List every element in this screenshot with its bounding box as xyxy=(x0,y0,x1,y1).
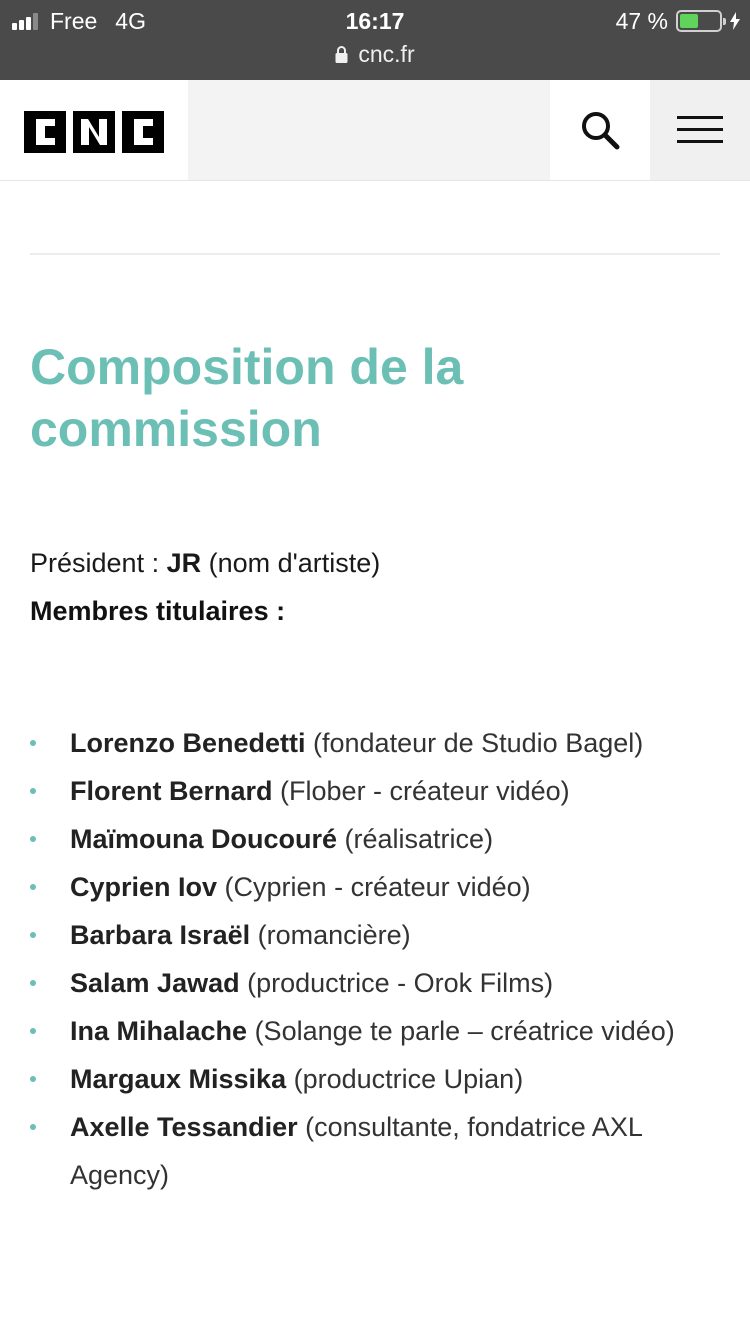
member-role: (réalisatrice) xyxy=(337,824,494,854)
charging-bolt-icon xyxy=(730,12,740,30)
member-role: (productrice - Orok Films) xyxy=(239,968,554,998)
bullet-icon xyxy=(30,1028,36,1034)
member-role: (Cyprien - créateur vidéo) xyxy=(217,872,531,902)
member-list: Lorenzo Benedetti (fondateur de Studio B… xyxy=(30,719,730,1199)
member-item: Cyprien Iov (Cyprien - créateur vidéo) xyxy=(30,863,730,911)
president-label: Président : xyxy=(30,548,167,578)
bullet-icon xyxy=(30,980,36,986)
bullet-icon xyxy=(30,1124,36,1130)
page-title: Composition de la commission xyxy=(30,339,464,457)
search-button[interactable] xyxy=(550,80,650,180)
president-name: JR xyxy=(166,548,202,578)
member-name: Margaux Missika xyxy=(70,1064,287,1094)
member-role: (Flober - créateur vidéo) xyxy=(272,776,570,806)
search-icon xyxy=(582,112,620,150)
bullet-icon xyxy=(30,788,36,794)
section-divider xyxy=(30,253,720,255)
bullet-icon xyxy=(30,740,36,746)
member-item: Salam Jawad (productrice - Orok Films) xyxy=(30,959,730,1007)
member-name: Barbara Israël xyxy=(70,920,251,950)
president-line: Président : JR (nom d'artiste) xyxy=(30,543,380,583)
address-bar[interactable]: cnc.fr xyxy=(0,38,750,70)
hamburger-menu-icon xyxy=(677,116,723,143)
site-header xyxy=(0,80,750,181)
url-text: cnc.fr xyxy=(358,40,415,67)
member-item: Maïmouna Doucouré (réalisatrice) xyxy=(30,815,730,863)
member-item: Lorenzo Benedetti (fondateur de Studio B… xyxy=(30,719,730,767)
member-name: Salam Jawad xyxy=(70,968,240,998)
status-bar: Free 4G 16:17 47 % cnc.fr xyxy=(0,0,750,80)
member-role: (fondateur de Studio Bagel) xyxy=(305,728,644,758)
lock-icon xyxy=(335,45,348,63)
bullet-icon xyxy=(30,836,36,842)
battery-level-fill xyxy=(680,14,698,28)
battery-icon xyxy=(676,10,726,32)
bullet-icon xyxy=(30,1076,36,1082)
member-role: (romancière) xyxy=(250,920,411,950)
president-note: (nom d'artiste) xyxy=(201,548,381,578)
bullet-icon xyxy=(30,932,36,938)
member-name: Maïmouna Doucouré xyxy=(70,824,338,854)
member-item: Ina Mihalache (Solange te parle – créatr… xyxy=(30,1007,730,1055)
member-name: Florent Bernard xyxy=(70,776,273,806)
member-name: Ina Mihalache xyxy=(70,1016,248,1046)
member-item: Barbara Israël (romancière) xyxy=(30,911,730,959)
menu-button[interactable] xyxy=(650,80,750,180)
members-heading: Membres titulaires : xyxy=(30,596,286,626)
status-right: 47 % xyxy=(616,6,740,36)
bullet-icon xyxy=(30,884,36,890)
battery-percentage: 47 % xyxy=(615,7,668,34)
member-item: Florent Bernard (Flober - créateur vidéo… xyxy=(30,767,730,815)
member-name: Lorenzo Benedetti xyxy=(70,728,306,758)
member-name: Cyprien Iov xyxy=(70,872,218,902)
cnc-logo xyxy=(24,111,164,153)
logo-link[interactable] xyxy=(0,80,188,180)
header-spacer xyxy=(188,80,550,180)
member-role: (productrice Upian) xyxy=(286,1064,524,1094)
member-item: Margaux Missika (productrice Upian) xyxy=(30,1055,730,1103)
member-role: (Solange te parle – créatrice vidéo) xyxy=(247,1016,675,1046)
member-name: Axelle Tessandier xyxy=(70,1112,298,1142)
member-item: Axelle Tessandier (consultante, fondatri… xyxy=(30,1103,730,1199)
